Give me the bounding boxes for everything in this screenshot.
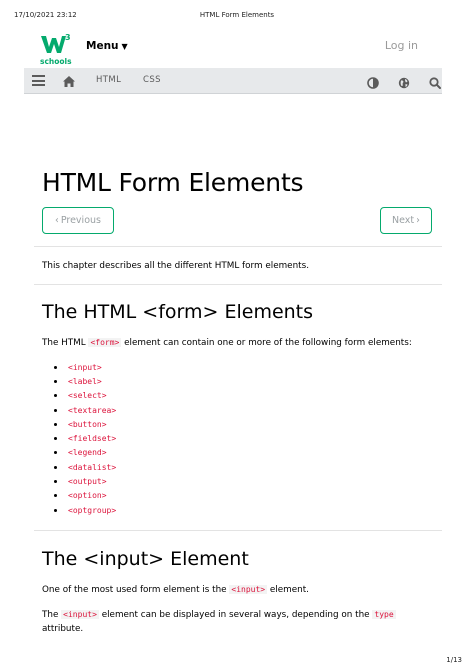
list-item-code[interactable]: <option> [68,491,107,500]
next-label: Next [392,215,415,226]
input-paragraph-1: One of the most used form element is the… [42,583,309,597]
globe-icon[interactable] [398,74,410,93]
list-item: <option> [54,489,116,503]
list-item-code[interactable]: <label> [68,377,102,386]
print-title: HTML Form Elements [199,11,275,19]
list-item: <datalist> [54,460,116,474]
form-elements-paragraph: The HTML <form> element can contain one … [42,336,412,350]
list-item: <output> [54,474,116,488]
list-item-code[interactable]: <input> [68,363,102,372]
page-number: 1/13 [446,656,462,664]
home-icon[interactable] [62,73,76,92]
input-paragraph-2: The <input> element can be displayed in … [42,608,434,636]
menu-button[interactable]: Menu ▼ [86,40,128,52]
list-item-code[interactable]: <button> [68,420,107,429]
svg-text:schools: schools [40,57,72,66]
list-item-code[interactable]: <textarea> [68,406,116,415]
w3schools-logo[interactable]: 3 schools [38,32,72,66]
list-item: <input> [54,360,116,374]
list-item-code[interactable]: <select> [68,391,107,400]
intro-text: This chapter describes all the different… [42,261,309,271]
menu-label: Menu [86,40,119,52]
list-item-code[interactable]: <legend> [68,448,107,457]
list-item: <label> [54,374,116,388]
search-icon[interactable] [429,74,441,93]
para-text: attribute. [42,624,84,634]
chevron-left-icon: ‹ [55,215,59,226]
para-text: The HTML [42,338,86,348]
para-text: element can contain one or more of the f… [124,338,412,348]
code-type: type [372,610,396,619]
previous-label: Previous [60,215,101,226]
list-item-code[interactable]: <fieldset> [68,434,116,443]
svg-text:3: 3 [65,33,71,42]
nav-link-html[interactable]: HTML [96,75,121,85]
list-item: <button> [54,417,116,431]
list-item: <textarea> [54,403,116,417]
divider [34,530,442,531]
logo-icon: 3 schools [40,33,72,66]
nav-bar: HTML CSS [24,68,442,94]
top-bar: 3 schools Menu ▼ Log in [24,26,442,68]
list-item: <fieldset> [54,431,116,445]
list-item-code[interactable]: <datalist> [68,463,116,472]
next-button[interactable]: Next › [380,207,432,234]
nav-link-css[interactable]: CSS [143,75,161,85]
form-elements-list: <input> <label> <select> <textarea> <but… [54,360,116,517]
page-title: HTML Form Elements [42,168,304,197]
para-text: element can be displayed in several ways… [101,610,370,620]
section-heading-input-element: The <input> Element [42,548,249,570]
hamburger-icon[interactable] [32,75,45,86]
section-heading-form-elements: The HTML <form> Elements [42,301,314,323]
code-input: <input> [229,585,268,594]
list-item: <legend> [54,446,116,460]
list-item: <select> [54,389,116,403]
chevron-right-icon: › [416,215,420,226]
list-item-code[interactable]: <optgroup> [68,506,116,515]
print-header: 17/10/2021 23:12 HTML Form Elements [0,0,474,26]
previous-button[interactable]: ‹ Previous [42,207,114,234]
list-item-code[interactable]: <output> [68,477,107,486]
code-form: <form> [88,338,122,347]
para-text: One of the most used form element is the [42,585,227,595]
caret-down-icon: ▼ [121,41,128,51]
code-input: <input> [61,610,99,619]
contrast-icon[interactable] [367,74,379,93]
divider [34,284,442,285]
para-text: element. [269,585,309,595]
list-item: <optgroup> [54,503,116,517]
para-text: The [42,610,59,620]
divider [34,246,442,247]
login-link[interactable]: Log in [385,39,418,52]
